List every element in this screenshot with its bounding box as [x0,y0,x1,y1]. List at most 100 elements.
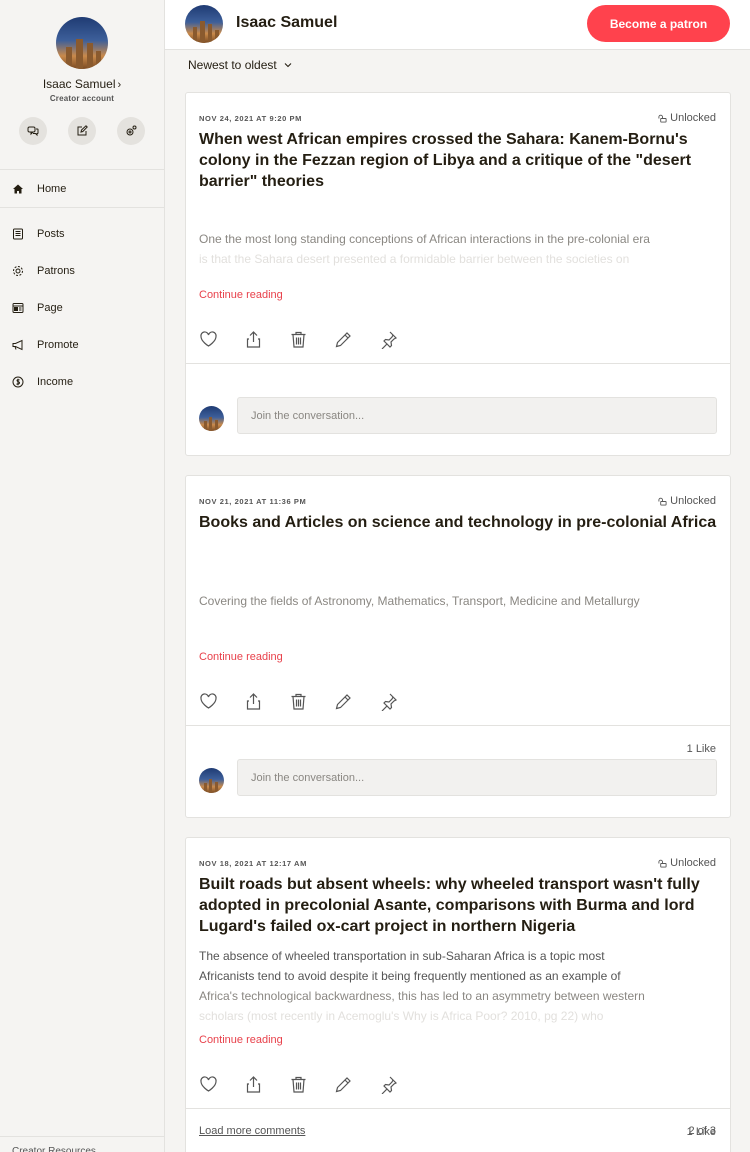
post-excerpt: One the most long standing conceptions o… [199,229,719,269]
unlock-icon [658,114,667,123]
commenter-avatar [199,406,224,431]
post-date: NOV 21, 2021 AT 11:36 PM [199,497,307,506]
sidebar-item-page[interactable]: Page [0,289,164,326]
profile-avatar[interactable] [56,17,108,69]
quick-actions [0,117,164,145]
post-title[interactable]: Books and Articles on science and techno… [199,512,719,533]
post-card: NOV 21, 2021 AT 11:36 PM Unlocked Books … [185,475,731,818]
commenter-avatar [199,768,224,793]
header-avatar[interactable] [185,5,223,43]
post-excerpt: Covering the fields of Astronomy, Mathem… [199,591,719,611]
post-access-label: Unlocked [670,495,716,507]
heart-icon[interactable] [199,692,218,711]
account-type: Creator account [49,94,115,103]
post-actions [199,1075,398,1094]
sidebar-item-label: Page [37,301,63,314]
share-icon[interactable] [244,330,263,349]
pencil-icon[interactable] [334,330,353,349]
unlock-icon [658,859,667,868]
continue-reading-link[interactable]: Continue reading [199,651,283,663]
sidebar: Isaac Samuel › Creator account Home Posts [0,0,165,1152]
sidebar-item-patrons[interactable]: Patrons [0,252,164,289]
unlock-icon [658,497,667,506]
post-excerpt: The absence of wheeled transportation in… [199,946,719,1026]
excerpt-line: scholars (most recently in Acemoglu's Wh… [199,1009,604,1023]
sidebar-nav-secondary: Posts Patrons Page Promote Income [0,215,164,400]
profile-name-link[interactable]: Isaac Samuel › [0,77,164,91]
chevron-down-icon [284,63,292,68]
sidebar-divider [0,207,164,208]
excerpt-line: Africa's technological backwardness, thi… [199,989,645,1003]
patrons-icon [13,265,23,276]
trash-icon[interactable] [289,330,308,349]
chat-icon [27,126,39,137]
continue-reading-link[interactable]: Continue reading [199,289,283,301]
comment-input[interactable] [237,759,717,796]
excerpt-line: The absence of wheeled transportation in… [199,949,605,963]
page-title: Isaac Samuel [236,14,338,31]
page-icon [12,302,24,313]
sidebar-item-label: Home [37,182,67,195]
post-access-badge: Unlocked [658,495,716,507]
excerpt-line: Africanists tend to avoid despite it bei… [199,969,621,983]
sidebar-item-label: Income [37,375,74,388]
sidebar-item-promote[interactable]: Promote [0,326,164,363]
sidebar-nav: Home [0,170,164,207]
pin-icon[interactable] [379,1075,398,1094]
continue-reading-link[interactable]: Continue reading [199,1034,283,1046]
profile-name: Isaac Samuel [42,77,116,91]
posts-icon [13,228,23,239]
post-access-label: Unlocked [670,112,716,124]
share-icon[interactable] [244,692,263,711]
share-icon[interactable] [244,1075,263,1094]
like-count[interactable]: 1 Like [687,743,716,755]
pencil-icon[interactable] [334,1075,353,1094]
post-title[interactable]: When west African empires crossed the Sa… [199,129,719,192]
comment-page-count: 2 of 3 [688,1125,716,1137]
megaphone-icon [12,339,23,350]
excerpt-line: One the most long standing conceptions o… [199,232,650,246]
sidebar-item-posts[interactable]: Posts [0,215,164,252]
post-card: NOV 24, 2021 AT 9:20 PM Unlocked When we… [185,92,731,456]
sidebar-item-label: Posts [37,227,65,240]
post-access-badge: Unlocked [658,112,716,124]
post-date: NOV 18, 2021 AT 12:17 AM [199,859,307,868]
profile-section: Isaac Samuel › Creator account [0,0,164,145]
card-divider [186,1108,730,1109]
sidebar-item-label: Promote [37,338,79,351]
comment-input[interactable] [237,397,717,434]
pencil-icon[interactable] [334,692,353,711]
trash-icon[interactable] [289,692,308,711]
sort-dropdown[interactable]: Newest to oldest [188,58,293,72]
chevron-right-icon: › [117,79,122,91]
heart-icon[interactable] [199,330,218,349]
post-date: NOV 24, 2021 AT 9:20 PM [199,114,303,123]
dollar-icon [12,376,24,387]
settings-button[interactable] [117,117,145,145]
post-actions [199,330,398,349]
excerpt-line: Covering the fields of Astronomy, Mathem… [199,594,640,608]
post-actions [199,692,398,711]
card-divider [186,725,730,726]
post-access-badge: Unlocked [658,857,716,869]
edit-icon [77,125,88,136]
home-icon [13,184,23,193]
post-access-label: Unlocked [670,857,716,869]
card-divider [186,363,730,364]
sidebar-footer-link[interactable]: Creator Resources [0,1136,164,1152]
sidebar-item-income[interactable]: Income [0,363,164,400]
load-more-comments-link[interactable]: Load more comments [199,1125,305,1137]
post-title[interactable]: Built roads but absent wheels: why wheel… [199,874,719,937]
become-patron-button[interactable]: Become a patron [587,5,730,42]
pin-icon[interactable] [379,692,398,711]
chat-button[interactable] [19,117,47,145]
heart-icon[interactable] [199,1075,218,1094]
page-header: Isaac Samuel Become a patron [165,0,750,50]
post-card: NOV 18, 2021 AT 12:17 AM Unlocked Built … [185,837,731,1152]
edit-button[interactable] [68,117,96,145]
pin-icon[interactable] [379,330,398,349]
settings-icon [126,125,137,136]
sidebar-item-home[interactable]: Home [0,170,164,207]
trash-icon[interactable] [289,1075,308,1094]
excerpt-line: is that the Sahara desert presented a fo… [199,252,630,266]
